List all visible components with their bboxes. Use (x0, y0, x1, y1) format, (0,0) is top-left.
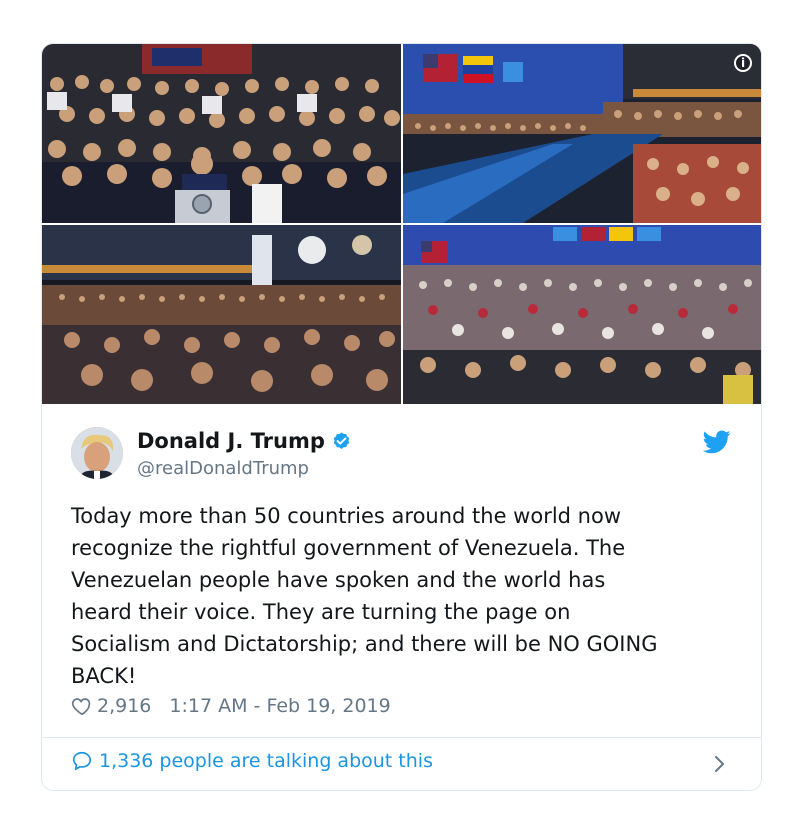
photo-arena-flags[interactable]: i (403, 44, 761, 223)
tweet-text: Today more than 50 countries around the … (71, 504, 658, 688)
tweet-author[interactable]: Donald J. Trump @realDonaldTrump (71, 427, 731, 483)
photo-arena-floor[interactable] (403, 225, 761, 404)
info-icon[interactable]: i (734, 54, 752, 72)
talking-about-link[interactable]: 1,336 people are talking about this (71, 750, 433, 772)
name-line: Donald J. Trump (137, 429, 352, 453)
twitter-bird-icon[interactable] (703, 430, 731, 454)
like-count[interactable]: 2,916 (97, 695, 151, 717)
verified-badge-icon (333, 431, 350, 449)
speech-bubble-icon (72, 751, 92, 771)
photo-rally-crowd[interactable] (42, 44, 401, 223)
author-handle[interactable]: @realDonaldTrump (137, 458, 309, 479)
divider (42, 737, 761, 738)
timestamp[interactable]: 1:17 AM - Feb 19, 2019 (169, 695, 390, 717)
avatar[interactable] (71, 427, 123, 479)
tweet-meta: 2,916 1:17 AM - Feb 19, 2019 (71, 695, 391, 717)
photo-arena-lights[interactable] (42, 225, 401, 404)
chevron-right-icon[interactable] (713, 754, 727, 774)
talking-about-text[interactable]: 1,336 people are talking about this (99, 750, 433, 772)
tweet-card[interactable]: i Donald J. Trump @realDonaldTrump Today… (41, 43, 762, 791)
heart-icon[interactable] (71, 695, 93, 717)
media-grid[interactable]: i (42, 44, 761, 404)
author-name[interactable]: Donald J. Trump (137, 429, 325, 453)
